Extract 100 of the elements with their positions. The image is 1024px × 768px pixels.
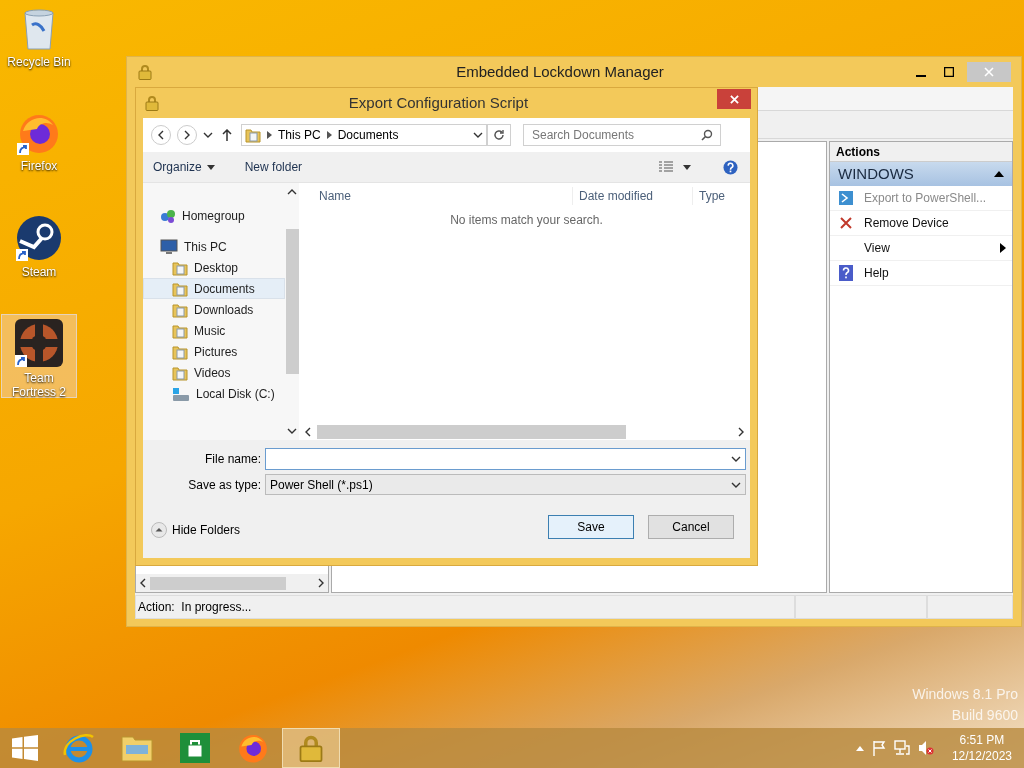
show-hidden-icons-icon[interactable] <box>855 745 864 751</box>
close-icon <box>984 67 994 77</box>
dialog-title: Export Configuration Script <box>347 92 530 113</box>
caret-icon <box>683 164 691 170</box>
view-options-button[interactable] <box>659 161 691 173</box>
hide-folders-button[interactable]: Hide Folders <box>151 520 241 539</box>
submenu-arrow-icon <box>1000 243 1006 253</box>
breadcrumb-separator-icon <box>326 131 332 139</box>
new-folder-button[interactable]: New folder <box>244 158 303 176</box>
help-button[interactable] <box>721 157 740 177</box>
refresh-button[interactable] <box>487 124 511 146</box>
nav-pane-item[interactable]: Pictures <box>143 341 285 362</box>
actions-group-header[interactable]: WINDOWS <box>830 162 1012 186</box>
scroll-right-icon <box>736 427 746 437</box>
file-name-field[interactable] <box>265 448 746 470</box>
desktop-shortcut-label: Firefox <box>20 159 58 173</box>
search-icon <box>701 129 713 141</box>
padlock-icon <box>144 95 160 111</box>
refresh-icon <box>493 129 505 141</box>
nav-pane-item[interactable]: Music <box>143 320 285 341</box>
recent-locations-caret-icon <box>203 130 213 140</box>
list-view-icon <box>659 161 673 173</box>
nav-pane-item[interactable]: Documents <box>143 278 285 299</box>
flag-icon[interactable] <box>871 740 886 756</box>
os-edition-watermark: Build 9600 <box>951 706 1018 725</box>
shopping-bag-icon <box>180 733 210 763</box>
status-bar-text: Action: In progress... <box>135 595 795 619</box>
dialog-button[interactable]: Save <box>548 514 634 539</box>
folder-icon <box>172 259 188 276</box>
collapse-triangle-icon <box>994 171 1004 177</box>
shortcut-arrow-icon <box>17 143 29 155</box>
horizontal-scrollbar[interactable] <box>136 574 328 592</box>
maximize-icon <box>944 67 954 77</box>
shortcut-arrow-icon <box>16 249 28 261</box>
nav-pane-item[interactable]: Local Disk (C:) <box>143 383 285 404</box>
file-type-dropdown[interactable]: Power Shell (*.ps1) <box>265 474 746 495</box>
scroll-left-icon <box>303 427 313 437</box>
padlock-icon <box>297 734 325 762</box>
recycle-bin-icon <box>22 7 56 51</box>
nav-pane-item[interactable]: Desktop <box>143 257 285 278</box>
scroll-down-icon <box>287 426 297 436</box>
os-edition-watermark: Windows 8.1 Pro <box>912 685 1018 704</box>
nav-pane-item[interactable]: Downloads <box>143 299 285 320</box>
search-field[interactable]: Search Documents <box>523 124 721 146</box>
windows-logo-icon <box>12 735 38 761</box>
window-title: Embedded Lockdown Manager <box>455 61 665 82</box>
cross-icon <box>839 216 853 230</box>
column-header[interactable]: Type <box>693 187 725 205</box>
organize-menu-button[interactable]: Organize <box>153 158 215 176</box>
caret-icon <box>206 164 215 170</box>
field-label: File name: <box>203 451 261 468</box>
folder-icon <box>172 343 188 360</box>
minimize-icon <box>916 75 926 77</box>
padlock-icon <box>137 64 153 80</box>
folder-icon <box>172 280 188 297</box>
close-button[interactable] <box>717 89 751 109</box>
scroll-left-icon <box>138 578 148 588</box>
fox-globe-icon <box>237 732 269 764</box>
breadcrumb-separator-icon <box>267 131 272 139</box>
nav-pane-item[interactable]: This PC <box>143 236 285 257</box>
collapse-circle-icon <box>151 521 167 538</box>
nav-pane-item[interactable]: Videos <box>143 362 285 383</box>
empty-list-message: No items match your search. <box>449 212 604 229</box>
close-icon <box>729 94 739 104</box>
breadcrumb-item[interactable]: Documents <box>337 126 399 144</box>
e-logo-icon <box>62 731 96 765</box>
dialog-button[interactable]: Cancel <box>648 514 734 539</box>
action-item[interactable]: Remove Device <box>830 211 1012 236</box>
help-icon <box>839 265 853 281</box>
taskbar-app-button[interactable] <box>282 728 340 768</box>
column-header[interactable]: Name <box>299 187 573 205</box>
network-icon[interactable] <box>893 740 910 756</box>
desktop-shortcut-label: Team Fortress 2 <box>11 371 67 399</box>
column-header[interactable]: Date modified <box>573 187 693 205</box>
action-item[interactable]: Help <box>830 261 1012 286</box>
breadcrumb-item[interactable]: This PC <box>278 126 321 144</box>
drive-icon <box>172 385 190 402</box>
folder-icon <box>172 322 188 339</box>
address-dropdown-icon <box>473 130 483 140</box>
muted-speaker-icon[interactable] <box>917 740 934 756</box>
shortcut-arrow-icon <box>15 355 27 367</box>
desktop-shortcut-label: Recycle Bin <box>7 55 71 69</box>
scroll-right-icon <box>316 578 326 588</box>
folder-icon <box>172 301 188 318</box>
steam-logo-icon <box>16 215 62 261</box>
up-arrow-icon <box>222 129 232 141</box>
field-label: Save as type: <box>187 476 261 494</box>
crosshair-logo-icon <box>15 319 63 367</box>
help-icon <box>723 159 738 175</box>
dropdown-caret-icon <box>731 454 741 464</box>
desktop-shortcut-label: Steam <box>21 265 57 279</box>
action-item[interactable]: View <box>830 236 1012 261</box>
scroll-up-icon <box>287 187 297 197</box>
nav-pane-item[interactable]: Homegroup <box>143 205 285 226</box>
address-bar[interactable]: This PC Documents <box>241 124 487 146</box>
folder-icon <box>245 127 261 143</box>
actions-header: Actions <box>830 142 1012 162</box>
computer-icon <box>160 238 178 255</box>
people-icon <box>160 207 176 224</box>
powershell-icon <box>838 190 854 206</box>
